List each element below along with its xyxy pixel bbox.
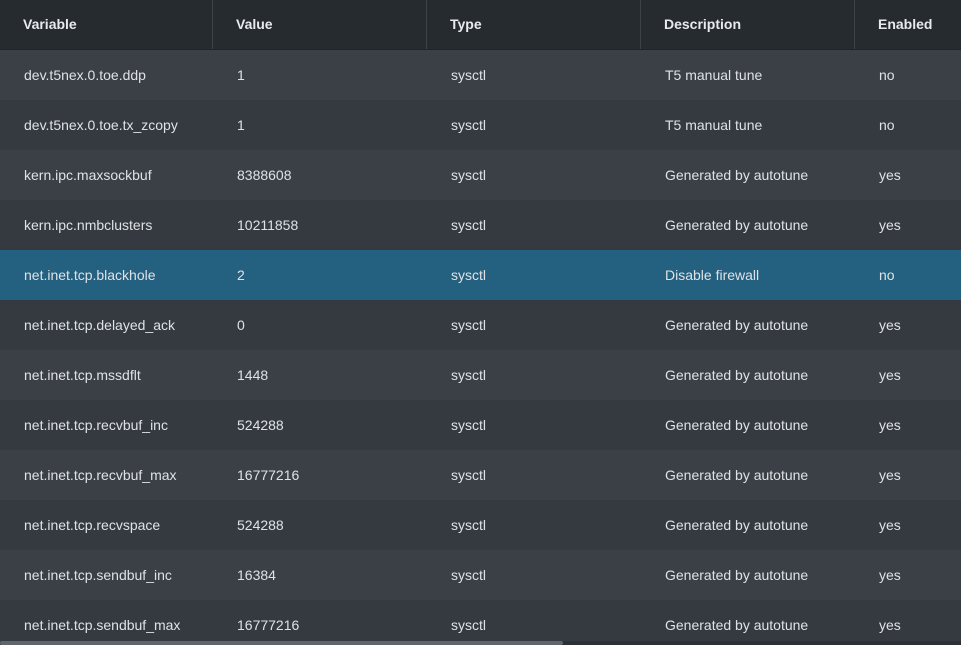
cell-variable: net.inet.tcp.sendbuf_inc xyxy=(24,567,172,583)
cell-value: 10211858 xyxy=(237,217,299,233)
cell-type: sysctl xyxy=(451,467,486,483)
table-row[interactable]: net.inet.tcp.recvbuf_inc 524288 sysctl G… xyxy=(0,400,961,450)
cell-enabled: yes xyxy=(879,617,901,633)
scrollbar-thumb[interactable] xyxy=(0,641,563,645)
cell-description: T5 manual tune xyxy=(665,67,763,83)
cell-value: 524288 xyxy=(237,417,284,433)
table-row[interactable]: net.inet.tcp.sendbuf_max 16777216 sysctl… xyxy=(0,600,961,645)
cell-description: T5 manual tune xyxy=(665,117,763,133)
cell-value: 2 xyxy=(237,267,245,283)
cell-type: sysctl xyxy=(451,167,486,183)
cell-enabled: no xyxy=(879,67,895,83)
cell-value: 524288 xyxy=(237,517,284,533)
cell-description: Generated by autotune xyxy=(665,517,809,533)
cell-enabled: yes xyxy=(879,167,901,183)
cell-description: Generated by autotune xyxy=(665,317,809,333)
table-row[interactable]: net.inet.tcp.mssdflt 1448 sysctl Generat… xyxy=(0,350,961,400)
table-header: Variable Value Type Description Enabled xyxy=(0,0,961,50)
cell-variable: dev.t5nex.0.toe.tx_zcopy xyxy=(24,117,178,133)
cell-enabled: no xyxy=(879,117,895,133)
column-header-description[interactable]: Description xyxy=(641,0,855,49)
cell-description: Generated by autotune xyxy=(665,617,809,633)
cell-variable: net.inet.tcp.sendbuf_max xyxy=(24,617,181,633)
cell-value: 16777216 xyxy=(237,467,300,483)
cell-value: 1448 xyxy=(237,367,269,383)
cell-type: sysctl xyxy=(451,517,486,533)
cell-value: 0 xyxy=(237,317,245,333)
cell-description: Generated by autotune xyxy=(665,417,809,433)
cell-enabled: yes xyxy=(879,367,901,383)
cell-type: sysctl xyxy=(451,417,486,433)
cell-variable: net.inet.tcp.recvspace xyxy=(24,517,161,533)
cell-description: Generated by autotune xyxy=(665,467,809,483)
cell-type: sysctl xyxy=(451,67,486,83)
cell-enabled: yes xyxy=(879,517,901,533)
table-row[interactable]: dev.t5nex.0.toe.ddp 1 sysctl T5 manual t… xyxy=(0,50,961,100)
cell-description: Generated by autotune xyxy=(665,217,809,233)
cell-enabled: yes xyxy=(879,567,901,583)
table-row[interactable]: net.inet.tcp.delayed_ack 0 sysctl Genera… xyxy=(0,300,961,350)
cell-variable: net.inet.tcp.recvbuf_inc xyxy=(24,417,168,433)
cell-description: Generated by autotune xyxy=(665,367,809,383)
column-header-variable[interactable]: Variable xyxy=(0,0,213,49)
column-header-value[interactable]: Value xyxy=(213,0,427,49)
cell-description: Generated by autotune xyxy=(665,567,809,583)
cell-variable: net.inet.tcp.mssdflt xyxy=(24,367,141,383)
cell-type: sysctl xyxy=(451,617,486,633)
cell-variable: kern.ipc.maxsockbuf xyxy=(24,167,152,183)
tunables-table: Variable Value Type Description Enabled … xyxy=(0,0,961,645)
cell-enabled: yes xyxy=(879,317,901,333)
cell-variable: kern.ipc.nmbclusters xyxy=(24,217,153,233)
cell-enabled: yes xyxy=(879,467,901,483)
table-row-selected[interactable]: net.inet.tcp.blackhole 2 sysctl Disable … xyxy=(0,250,961,300)
column-header-type[interactable]: Type xyxy=(427,0,641,49)
cell-enabled: no xyxy=(879,267,895,283)
table-row[interactable]: net.inet.tcp.recvbuf_max 16777216 sysctl… xyxy=(0,450,961,500)
cell-type: sysctl xyxy=(451,217,486,233)
cell-value: 16777216 xyxy=(237,617,300,633)
cell-value: 1 xyxy=(237,67,245,83)
cell-value: 16384 xyxy=(237,567,276,583)
cell-variable: net.inet.tcp.blackhole xyxy=(24,267,156,283)
cell-enabled: yes xyxy=(879,217,901,233)
cell-description: Disable firewall xyxy=(665,267,760,283)
table-row[interactable]: net.inet.tcp.sendbuf_inc 16384 sysctl Ge… xyxy=(0,550,961,600)
column-header-enabled[interactable]: Enabled xyxy=(855,0,961,49)
table-row[interactable]: net.inet.tcp.recvspace 524288 sysctl Gen… xyxy=(0,500,961,550)
table-row[interactable]: kern.ipc.maxsockbuf 8388608 sysctl Gener… xyxy=(0,150,961,200)
cell-value: 8388608 xyxy=(237,167,292,183)
cell-type: sysctl xyxy=(451,117,486,133)
cell-variable: net.inet.tcp.recvbuf_max xyxy=(24,467,177,483)
cell-variable: net.inet.tcp.delayed_ack xyxy=(24,317,175,333)
cell-type: sysctl xyxy=(451,567,486,583)
cell-description: Generated by autotune xyxy=(665,167,809,183)
table-row[interactable]: dev.t5nex.0.toe.tx_zcopy 1 sysctl T5 man… xyxy=(0,100,961,150)
table-row[interactable]: kern.ipc.nmbclusters 10211858 sysctl Gen… xyxy=(0,200,961,250)
horizontal-scrollbar[interactable] xyxy=(0,641,961,645)
cell-type: sysctl xyxy=(451,317,486,333)
cell-value: 1 xyxy=(237,117,245,133)
cell-type: sysctl xyxy=(451,267,486,283)
cell-type: sysctl xyxy=(451,367,486,383)
cell-variable: dev.t5nex.0.toe.ddp xyxy=(24,67,146,83)
cell-enabled: yes xyxy=(879,417,901,433)
